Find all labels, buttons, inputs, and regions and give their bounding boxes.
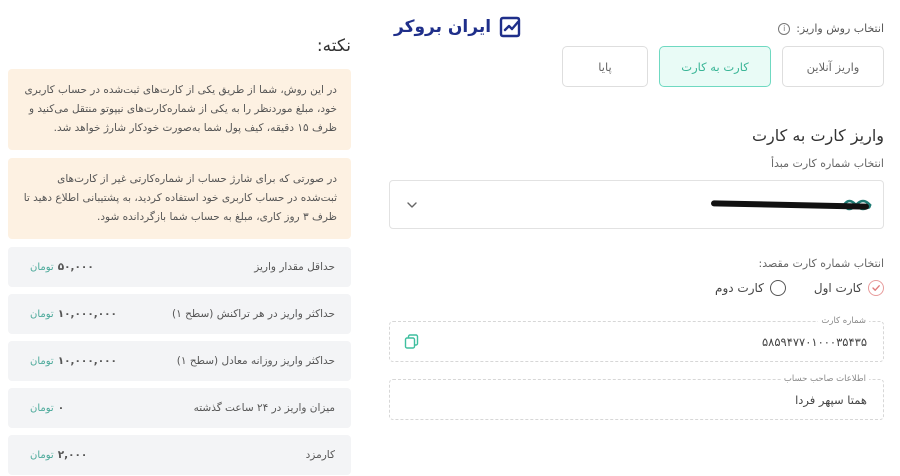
radio-first-card-label: کارت اول <box>813 281 862 295</box>
tab-paya[interactable]: پایا <box>562 46 648 87</box>
limit-value: ۲,۰۰۰ تومان <box>30 449 87 461</box>
info-icon[interactable]: i <box>778 22 791 35</box>
limit-unit: تومان <box>30 308 54 320</box>
limit-label: حداکثر واریز در هر تراکنش (سطح ۱) <box>172 308 335 320</box>
radio-second-card-label: کارت دوم <box>715 281 764 295</box>
destination-card-label: انتخاب شماره کارت مقصد: <box>758 257 884 270</box>
source-card-label: انتخاب شماره کارت مبدأ <box>770 157 884 170</box>
payment-method-label-text: انتخاب روش واریز: <box>796 22 884 35</box>
limit-label: میزان واریز در ۲۴ ساعت گذشته <box>193 402 335 414</box>
limit-amount: ۲,۰۰۰ <box>57 449 88 461</box>
limit-unit: تومان <box>30 449 54 461</box>
limit-label: کارمزد <box>305 449 335 461</box>
limit-amount: ۵۰,۰۰۰ <box>57 261 94 273</box>
copy-icon[interactable] <box>404 334 419 349</box>
notes-title: نکته: <box>316 36 351 56</box>
limit-value: ۱۰,۰۰۰,۰۰۰ تومان <box>30 355 117 367</box>
limit-label: حداکثر واریز روزانه معادل (سطح ۱) <box>176 355 335 367</box>
limit-row-last-24h: میزان واریز در ۲۴ ساعت گذشته ۰ تومان <box>8 388 351 428</box>
destination-card-options: کارت اول کارت دوم <box>715 280 884 296</box>
source-card-select[interactable] <box>389 180 884 229</box>
payment-method-label: انتخاب روش واریز: i <box>778 22 884 35</box>
section-title: واریز کارت به کارت <box>751 126 884 145</box>
limit-row-min-deposit: حداقل مقدار واریز ۵۰,۰۰۰ تومان <box>8 247 351 287</box>
limit-row-max-daily: حداکثر واریز روزانه معادل (سطح ۱) ۱۰,۰۰۰… <box>8 341 351 381</box>
limit-row-max-per-transaction: حداکثر واریز در هر تراکنش (سطح ۱) ۱۰,۰۰۰… <box>8 294 351 334</box>
limit-row-fee: کارمزد ۲,۰۰۰ تومان <box>8 435 351 475</box>
limit-amount: ۱۰,۰۰۰,۰۰۰ <box>57 308 117 320</box>
tab-online-deposit[interactable]: واریز آنلاین <box>782 46 884 87</box>
account-owner-field: اطلاعات صاحب حساب همتا سپهر فردا <box>389 374 884 420</box>
payment-form: انتخاب روش واریز: i واریز آنلاین کارت به… <box>388 0 884 476</box>
limit-unit: تومان <box>30 261 54 273</box>
radio-second-card[interactable]: کارت دوم <box>715 280 786 296</box>
account-owner-legend: اطلاعات صاحب حساب <box>780 374 869 384</box>
limit-unit: تومان <box>30 355 54 367</box>
limit-value: ۵۰,۰۰۰ تومان <box>30 261 94 273</box>
destination-card-number-field: شماره کارت ۵۸۵۹۴۷۷۰۱۰۰۰۳۵۴۳۵ <box>389 316 884 362</box>
note-card-unregistered: در صورتی که برای شارژ حساب از شماره‌کارت… <box>8 158 351 239</box>
limit-label: حداقل مقدار واریز <box>254 261 335 273</box>
note-card-registered: در این روش، شما از طریق یکی از کارت‌های … <box>8 69 351 150</box>
card-number-legend: شماره کارت <box>818 316 869 326</box>
limit-value: ۰ تومان <box>30 402 64 414</box>
checked-circle-icon <box>868 280 884 296</box>
radio-first-card[interactable]: کارت اول <box>814 280 884 296</box>
chevron-down-icon[interactable] <box>406 199 418 211</box>
account-owner-value: همتا سپهر فردا <box>795 393 867 407</box>
limit-amount: ۱۰,۰۰۰,۰۰۰ <box>57 355 117 367</box>
limit-amount: ۰ <box>57 402 65 414</box>
limit-value: ۱۰,۰۰۰,۰۰۰ تومان <box>30 308 117 320</box>
empty-circle-icon <box>769 280 786 296</box>
payment-method-tabs: واریز آنلاین کارت به کارت پایا <box>562 46 884 87</box>
tab-card-to-card[interactable]: کارت به کارت <box>659 46 771 87</box>
limit-unit: تومان <box>30 402 54 414</box>
card-number-value: ۵۸۵۹۴۷۷۰۱۰۰۰۳۵۴۳۵ <box>761 335 867 349</box>
